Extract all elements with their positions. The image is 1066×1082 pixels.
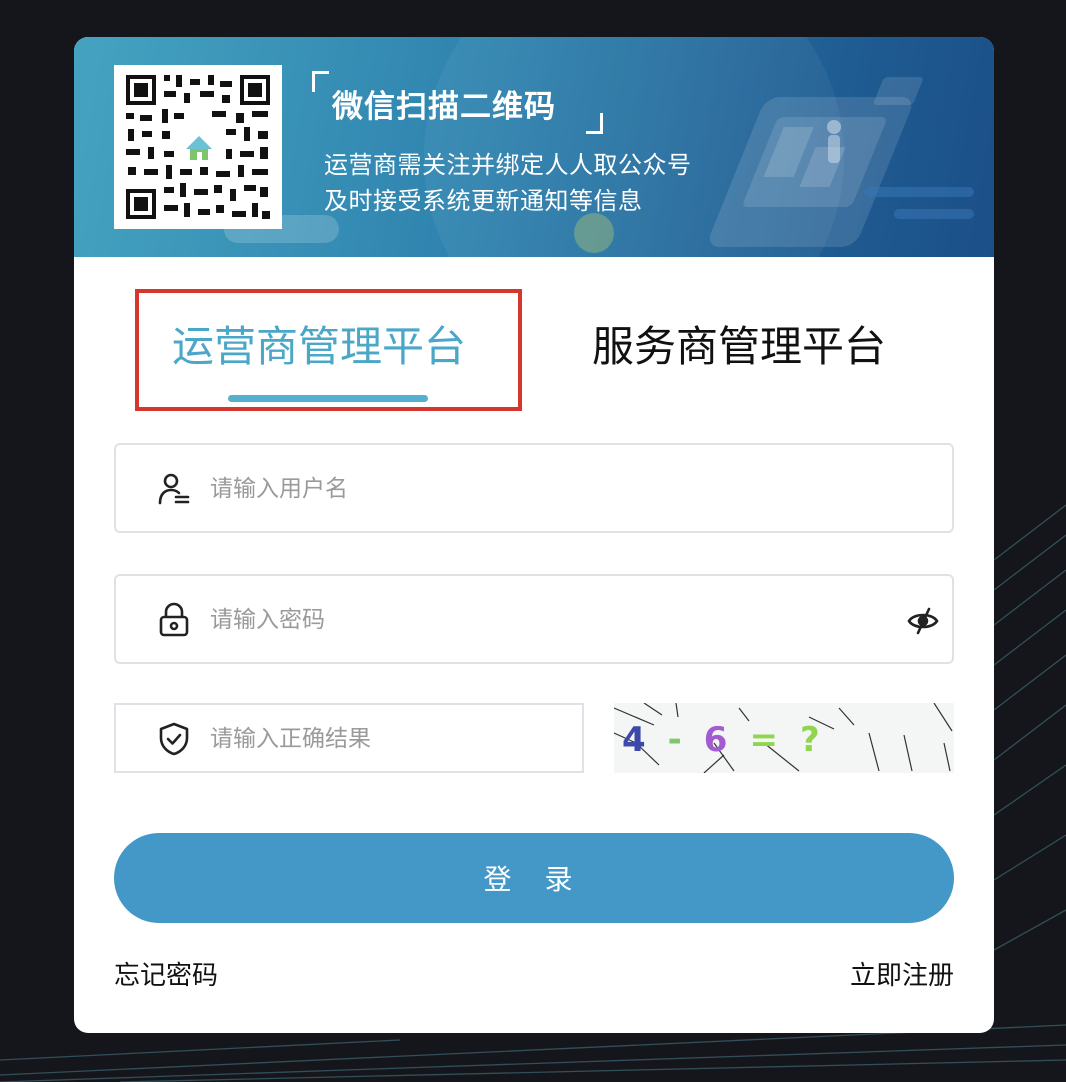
password-input[interactable] bbox=[208, 576, 852, 664]
banner-title: 微信扫描二维码 bbox=[332, 89, 556, 125]
captcha-input[interactable] bbox=[208, 705, 562, 773]
wechat-banner: 微信扫描二维码 运营商需关注并绑定人人取公众号 及时接受系统更新通知等信息 bbox=[74, 37, 994, 257]
password-field bbox=[114, 574, 954, 664]
captcha-text: 4-6=? bbox=[622, 720, 842, 760]
username-input[interactable] bbox=[208, 445, 852, 533]
title-bracket-left bbox=[312, 71, 329, 92]
captcha-field bbox=[114, 703, 584, 773]
tab-service-provider-platform[interactable]: 服务商管理平台 bbox=[592, 313, 886, 374]
highlight-box bbox=[135, 289, 522, 411]
register-link[interactable]: 立即注册 bbox=[850, 955, 954, 992]
lock-icon bbox=[159, 602, 189, 637]
user-icon bbox=[158, 473, 190, 505]
forgot-password-link[interactable]: 忘记密码 bbox=[114, 955, 218, 992]
login-card: 微信扫描二维码 运营商需关注并绑定人人取公众号 及时接受系统更新通知等信息 运营… bbox=[74, 37, 994, 1033]
title-bracket-right bbox=[586, 113, 603, 134]
shield-check-icon bbox=[159, 722, 189, 756]
banner-subtitle-line2: 及时接受系统更新通知等信息 bbox=[324, 187, 643, 215]
eye-slash-icon[interactable] bbox=[906, 604, 940, 638]
banner-subtitle-line1: 运营商需关注并绑定人人取公众号 bbox=[324, 151, 692, 179]
login-button[interactable]: 登 录 bbox=[114, 833, 954, 923]
username-field bbox=[114, 443, 954, 533]
wechat-qr-code bbox=[114, 65, 282, 229]
captcha-image[interactable]: 4-6=? bbox=[614, 703, 954, 773]
